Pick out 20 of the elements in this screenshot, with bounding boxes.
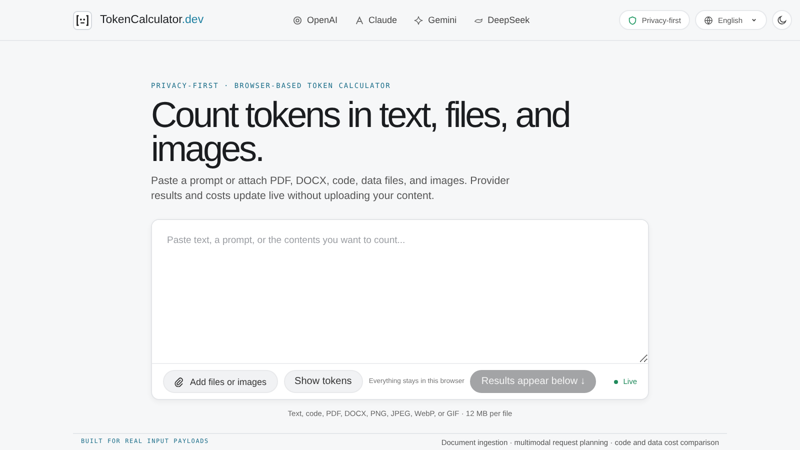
text-input-field[interactable]: Paste text, a prompt, or the contents you want to count... [152, 220, 648, 364]
description-text: Paste a prompt or attach PDF, DOCX, code, data files, and images. Provider results and costs update live without uploading your content. [151, 174, 511, 204]
nav-link[interactable]: DeepSeek [474, 15, 530, 25]
circle-icon [293, 16, 302, 24]
chevron-down-icon [750, 16, 758, 24]
shield-icon [628, 16, 637, 24]
nav-link[interactable]: Claude [354, 15, 398, 25]
sparkle-icon [414, 16, 424, 24]
nav-link[interactable]: Gemini [414, 15, 457, 25]
triangle-icon [354, 16, 364, 24]
moon-icon [777, 15, 787, 25]
add-files-button[interactable]: Add files or images [163, 370, 278, 393]
globe-icon [704, 16, 713, 24]
show-tokens-button[interactable]: Show tokens [284, 370, 363, 393]
logo-icon [73, 10, 92, 30]
page-title: Count tokens in text, files, and images. [151, 98, 570, 166]
nav-link[interactable]: OpenAI [293, 15, 338, 25]
brand-link[interactable]: TokenCalculator.dev [100, 14, 204, 26]
theme-toggle-button[interactable] [772, 10, 792, 30]
paperclip-icon [174, 376, 184, 386]
